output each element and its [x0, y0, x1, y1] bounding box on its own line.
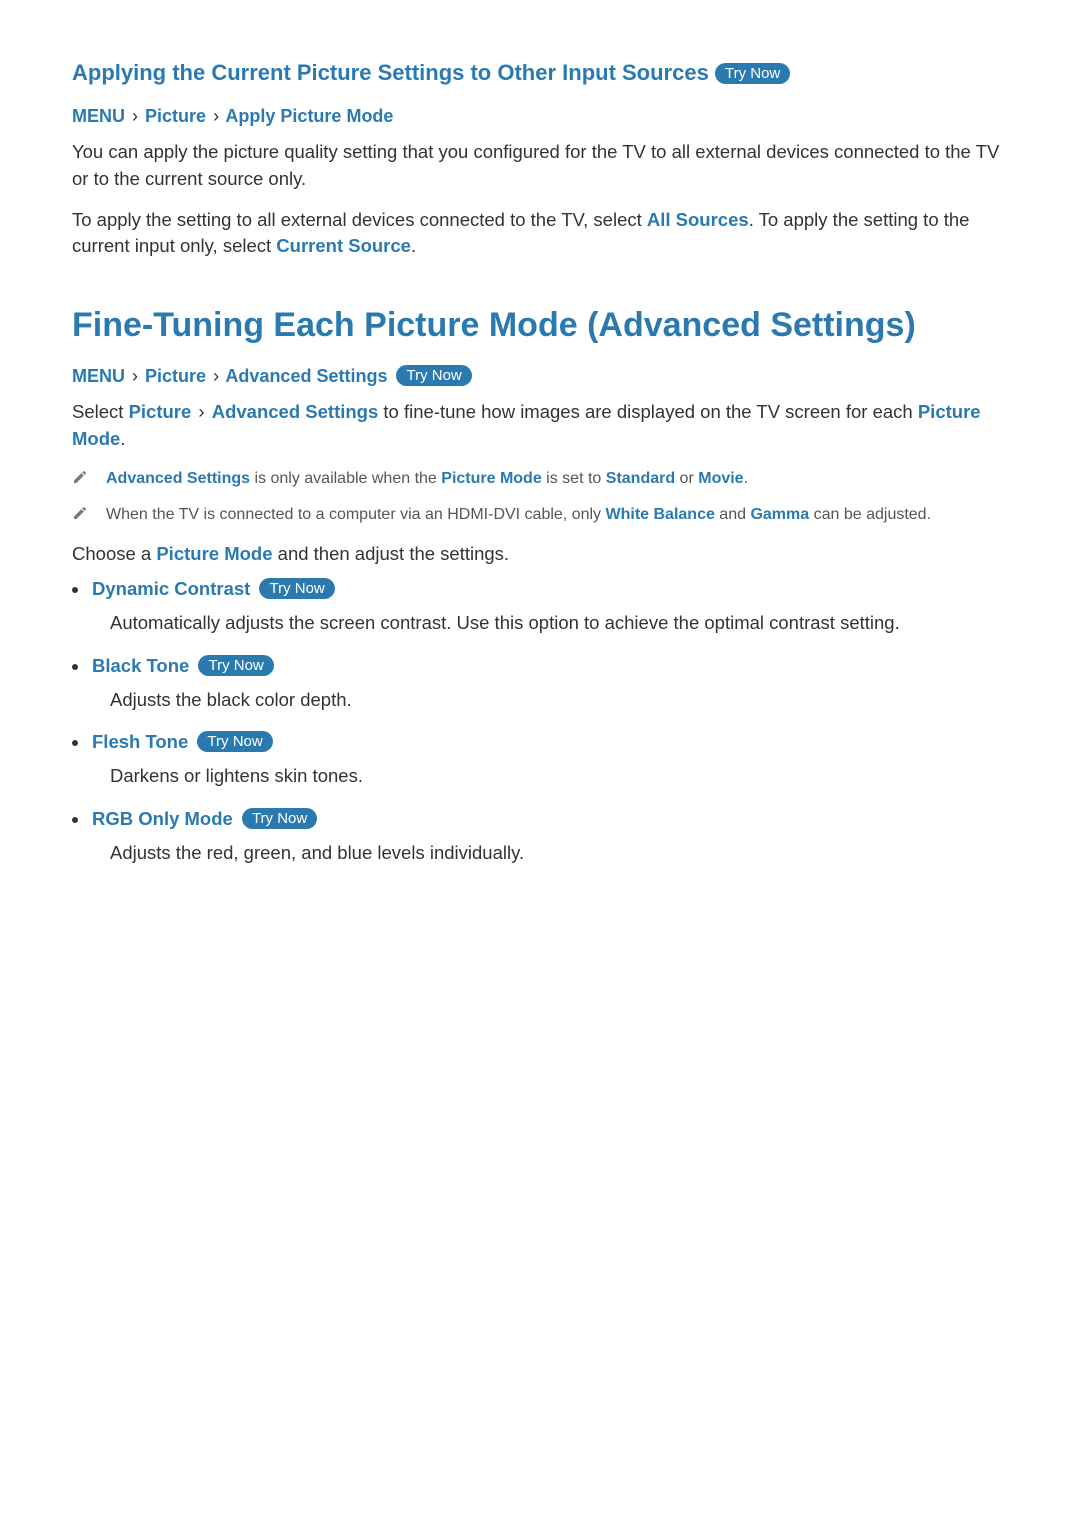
- term: Picture Mode: [441, 470, 541, 487]
- note-icon: [72, 469, 88, 490]
- try-now-badge[interactable]: Try Now: [197, 731, 272, 752]
- feature-name: Flesh Tone: [92, 731, 188, 752]
- section1-p1: You can apply the picture quality settin…: [72, 139, 1008, 193]
- section1-heading: Applying the Current Picture Settings to…: [72, 60, 1008, 86]
- text: To apply the setting to all external dev…: [72, 209, 647, 230]
- try-now-badge[interactable]: Try Now: [198, 655, 273, 676]
- breadcrumb: MENU › Picture › Advanced Settings Try N…: [72, 365, 1008, 387]
- section2-title: Fine-Tuning Each Picture Mode (Advanced …: [72, 306, 1008, 345]
- crumb-apply-picture-mode[interactable]: Apply Picture Mode: [225, 106, 393, 126]
- crumb-picture[interactable]: Picture: [145, 106, 206, 126]
- feature-name: Dynamic Contrast: [92, 578, 250, 599]
- chevron-right-icon: ›: [130, 366, 140, 386]
- feature-desc: Darkens or lightens skin tones.: [110, 763, 1008, 790]
- feature-item: Black Tone Try Now Adjusts the black colo…: [92, 655, 1008, 714]
- term: Advanced Settings: [106, 470, 250, 487]
- text: .: [744, 470, 748, 487]
- feature-title: Black Tone Try Now: [92, 655, 1008, 677]
- chevron-right-icon: ›: [211, 366, 221, 386]
- text: .: [411, 235, 416, 256]
- section1-title-text: Applying the Current Picture Settings to…: [72, 60, 709, 85]
- crumb-advanced-settings[interactable]: Advanced Settings: [225, 366, 387, 386]
- feature-desc: Adjusts the black color depth.: [110, 687, 1008, 714]
- feature-desc: Automatically adjusts the screen contras…: [110, 610, 1008, 637]
- current-source-label: Current Source: [276, 235, 411, 256]
- notes-list: Advanced Settings is only available when…: [72, 467, 1008, 527]
- feature-name: Black Tone: [92, 655, 189, 676]
- term: Movie: [698, 470, 743, 487]
- term: Standard: [606, 470, 675, 487]
- choose-line: Choose a Picture Mode and then adjust th…: [72, 541, 1008, 568]
- try-now-badge[interactable]: Try Now: [715, 63, 790, 84]
- feature-title: Flesh Tone Try Now: [92, 731, 1008, 753]
- crumb-picture[interactable]: Picture: [145, 366, 206, 386]
- breadcrumb: MENU › Picture › Apply Picture Mode: [72, 106, 1008, 127]
- text: When the TV is connected to a computer v…: [106, 506, 606, 523]
- feature-title: Dynamic Contrast Try Now: [92, 578, 1008, 600]
- try-now-badge[interactable]: Try Now: [259, 578, 334, 599]
- text: .: [120, 428, 125, 449]
- all-sources-label: All Sources: [647, 209, 749, 230]
- crumb-menu[interactable]: MENU: [72, 366, 125, 386]
- section2-intro: Select Picture › Advanced Settings to fi…: [72, 399, 1008, 453]
- feature-item: RGB Only Mode Try Now Adjusts the red, gr…: [92, 808, 1008, 867]
- note-text: Advanced Settings is only available when…: [106, 467, 748, 491]
- feature-name: RGB Only Mode: [92, 808, 233, 829]
- pencil-icon: [72, 469, 88, 485]
- text: to fine-tune how images are displayed on…: [378, 401, 918, 422]
- text: Select: [72, 401, 129, 422]
- chevron-right-icon: ›: [211, 106, 221, 126]
- try-now-badge[interactable]: Try Now: [396, 365, 471, 386]
- crumb-menu[interactable]: MENU: [72, 106, 125, 126]
- text: and: [715, 506, 751, 523]
- feature-list: Dynamic Contrast Try Now Automatically ad…: [72, 578, 1008, 867]
- pencil-icon: [72, 505, 88, 521]
- try-now-badge[interactable]: Try Now: [242, 808, 317, 829]
- text: is only available when the: [250, 470, 441, 487]
- text: is set to: [542, 470, 606, 487]
- text: and then adjust the settings.: [273, 543, 510, 564]
- text: Choose a: [72, 543, 156, 564]
- note-item: Advanced Settings is only available when…: [72, 467, 1008, 491]
- term: White Balance: [606, 506, 715, 523]
- note-icon: [72, 505, 88, 526]
- chevron-right-icon: ›: [130, 106, 140, 126]
- note-item: When the TV is connected to a computer v…: [72, 503, 1008, 527]
- term: Gamma: [750, 506, 809, 523]
- feature-title: RGB Only Mode Try Now: [92, 808, 1008, 830]
- picture-mode-label: Picture Mode: [156, 543, 272, 564]
- text: can be adjusted.: [809, 506, 931, 523]
- feature-item: Flesh Tone Try Now Darkens or lightens sk…: [92, 731, 1008, 790]
- note-text: When the TV is connected to a computer v…: [106, 503, 931, 527]
- manual-page: Applying the Current Picture Settings to…: [0, 0, 1080, 945]
- advanced-settings-label: Advanced Settings: [212, 401, 379, 422]
- text: or: [675, 470, 698, 487]
- feature-desc: Adjusts the red, green, and blue levels …: [110, 840, 1008, 867]
- chevron-right-icon: ›: [196, 401, 206, 422]
- feature-item: Dynamic Contrast Try Now Automatically ad…: [92, 578, 1008, 637]
- picture-label: Picture: [129, 401, 192, 422]
- section1-p2: To apply the setting to all external dev…: [72, 207, 1008, 261]
